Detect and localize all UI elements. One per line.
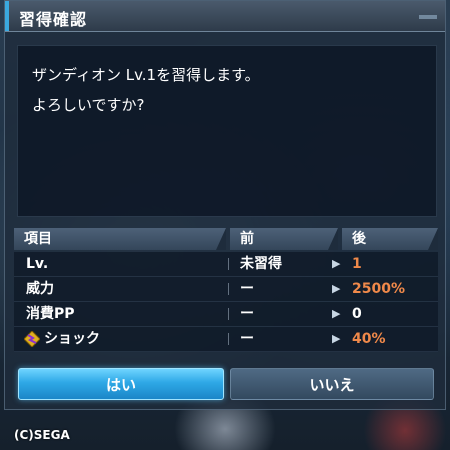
- row-item-label: Lv.: [26, 256, 49, 272]
- row-after-value: 1: [352, 256, 362, 272]
- column-divider: [228, 258, 229, 270]
- message-panel: ザンディオン Lv.1を習得します。 よろしいですか?: [17, 45, 437, 217]
- yes-button[interactable]: はい: [18, 368, 224, 400]
- row-before-value: 未習得: [240, 256, 282, 272]
- header-item: 項目: [14, 228, 226, 250]
- dialog-title: 習得確認: [19, 10, 88, 29]
- message-line-2: よろしいですか?: [32, 96, 145, 114]
- copyright-text: (C)SEGA: [14, 428, 70, 442]
- row-item-label: ショック: [44, 331, 100, 347]
- row-after-value: 40%: [352, 331, 386, 347]
- table-row: 消費PP ー ▶ 0: [14, 302, 438, 327]
- shock-status-icon: [24, 331, 40, 347]
- row-item-label: 威力: [26, 281, 54, 297]
- row-after-value: 2500%: [352, 281, 405, 297]
- no-button[interactable]: いいえ: [230, 368, 434, 400]
- row-before-value: ー: [240, 281, 254, 297]
- column-divider: [228, 308, 229, 320]
- table-header: 項目 前 後: [14, 228, 438, 250]
- arrow-right-icon: ▶: [332, 332, 341, 345]
- table-row: ショック ー ▶ 40%: [14, 327, 438, 352]
- row-before-value: ー: [240, 306, 254, 322]
- table-row: Lv. 未習得 ▶ 1: [14, 252, 438, 277]
- row-after-value: 0: [352, 306, 362, 322]
- header-before: 前: [230, 228, 338, 250]
- title-decoration: [419, 15, 437, 19]
- dialog-titlebar: 習得確認: [5, 1, 445, 32]
- row-before-value: ー: [240, 331, 254, 347]
- header-after: 後: [342, 228, 438, 250]
- column-divider: [228, 333, 229, 345]
- row-item-label: 消費PP: [26, 306, 75, 322]
- title-accent-bar: [5, 1, 9, 31]
- column-divider: [228, 283, 229, 295]
- arrow-right-icon: ▶: [332, 307, 341, 320]
- arrow-right-icon: ▶: [332, 282, 341, 295]
- arrow-right-icon: ▶: [332, 257, 341, 270]
- table-row: 威力 ー ▶ 2500%: [14, 277, 438, 302]
- message-line-1: ザンディオン Lv.1を習得します。: [32, 66, 260, 84]
